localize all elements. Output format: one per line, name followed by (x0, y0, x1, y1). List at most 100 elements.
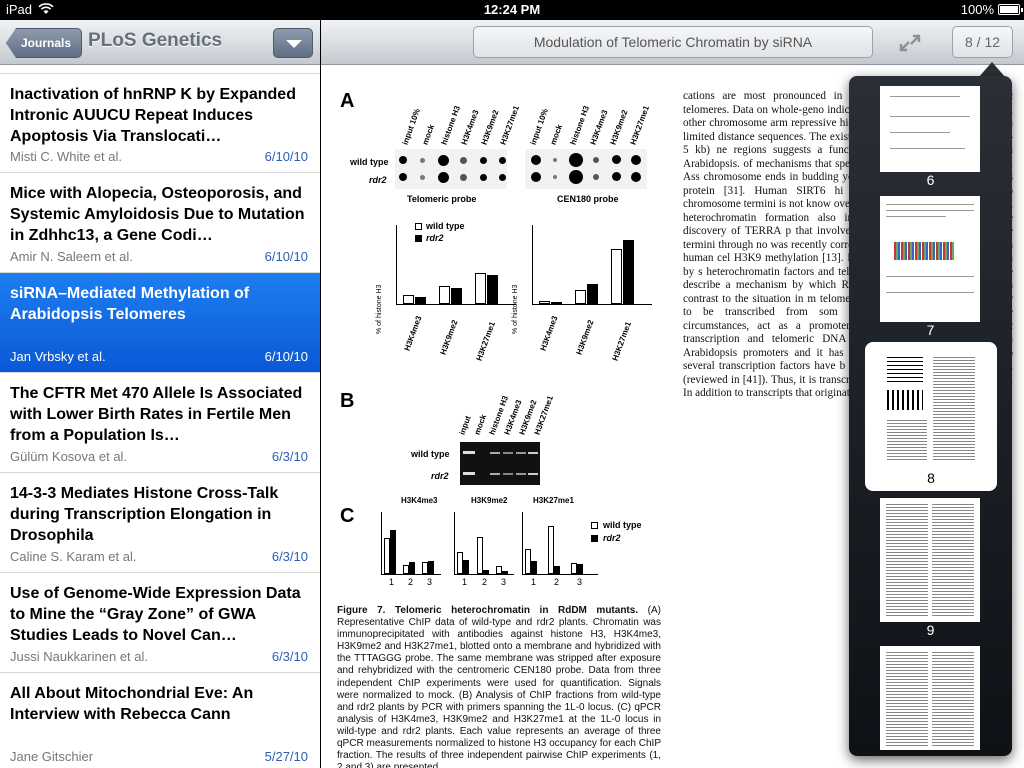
page-thumbnail-number: 9 (926, 622, 935, 638)
figure-panel-a-label: A (340, 90, 355, 112)
article-date: 6/3/10 (271, 649, 308, 664)
article-author: Jane Gitschier (10, 749, 94, 764)
article-date: 6/10/10 (264, 249, 308, 264)
article-list: Inactivation of hnRNP K by Expanded Intr… (0, 65, 320, 768)
x-tick-label: H3K4me3 (402, 314, 424, 352)
x-tick-label: H3K4me3 (538, 314, 560, 352)
row-label-wild-type: wild type (350, 157, 389, 167)
article-author: Jussi Naukkarinen et al. (10, 649, 149, 664)
page-thumbnail-image (881, 350, 981, 466)
legend-rdr2-swatch (415, 235, 422, 242)
column-label: histone H3 (568, 104, 591, 146)
column-label: H3K9me2 (479, 108, 501, 146)
column-label: input (457, 414, 473, 436)
figure-panel-b-label: B (340, 390, 355, 412)
reader-navigation-bar: Modulation of Telomeric Chromatin by siR… (321, 20, 1024, 65)
fullscreen-icon[interactable] (896, 31, 924, 55)
x-tick-label: 1 (531, 577, 537, 587)
chart-title: H3K27me1 (533, 496, 574, 505)
article-list-item-selected[interactable]: siRNA–Mediated Methylation of Arabidopsi… (0, 273, 320, 373)
article-title: 14-3-3 Mediates Histone Cross-Talk durin… (10, 485, 279, 544)
page-thumbnail[interactable] (880, 86, 980, 172)
page-thumbnail-selected[interactable]: 8 (865, 342, 997, 491)
article-title: The CFTR Met 470 Allele Is Associated wi… (10, 385, 303, 444)
column-label: mock (548, 123, 565, 146)
document-title[interactable]: Modulation of Telomeric Chromatin by siR… (473, 26, 873, 58)
caption-text: (A) Representative ChIP data of wild-typ… (337, 605, 662, 768)
dropdown-button[interactable] (273, 28, 313, 58)
caption-title: Figure 7. Telomeric heterochromatin in R… (337, 605, 639, 616)
x-tick-label: 1 (389, 577, 395, 587)
column-label: H3K9me2 (608, 108, 630, 146)
column-label: mock (420, 123, 437, 146)
x-tick-label: 1 (462, 577, 468, 587)
y-axis-label: % of histone H3 (512, 284, 519, 334)
journal-title: PLoS Genetics (88, 30, 223, 51)
row-label-rdr2: rdr2 (369, 175, 387, 185)
y-axis-label: % of histone H3 (376, 284, 383, 334)
article-date: 6/10/10 (264, 149, 308, 164)
column-label: H3K27me1 (498, 104, 521, 146)
legend-wild-type-swatch (591, 522, 598, 529)
article-list-item[interactable]: The CFTR Met 470 Allele Is Associated wi… (0, 373, 320, 473)
pcr-gel-image (460, 442, 540, 485)
battery-icon (998, 4, 1023, 15)
x-tick-label: 3 (577, 577, 583, 587)
article-list-item[interactable]: Use of Genome-Wide Expression Data to Mi… (0, 573, 320, 673)
figure-caption: Figure 7. Telomeric heterochromatin in R… (337, 605, 661, 768)
left-navigation-bar: Journals PLoS Genetics (0, 20, 320, 65)
probe-label-telomeric: Telomeric probe (407, 194, 477, 204)
x-tick-label: H3K9me2 (574, 318, 596, 356)
legend-rdr2: rdr2 (426, 233, 444, 243)
page-counter-button[interactable]: 8 / 12 (952, 26, 1013, 58)
chart-title: H3K4me3 (401, 496, 438, 505)
x-tick-label: H3K27me1 (474, 320, 497, 362)
article-author: Caline S. Karam et al. (10, 549, 137, 564)
article-list-item[interactable]: Mice with Alopecia, Osteoporosis, and Sy… (0, 173, 320, 273)
figure-panel-c-label: C (340, 505, 355, 527)
legend-wild-type: wild type (603, 520, 642, 530)
clock: 12:24 PM (483, 2, 541, 17)
column-label: histone H3 (439, 104, 462, 146)
x-tick-label: 2 (408, 577, 414, 587)
column-label: H3K4me3 (459, 108, 481, 146)
article-date: 6/10/10 (264, 349, 308, 364)
column-label: H3K27me1 (628, 104, 651, 146)
article-title: Mice with Alopecia, Osteoporosis, and Sy… (10, 185, 305, 244)
article-title: All About Mitochondrial Eve: An Intervie… (10, 685, 254, 723)
page-thumbnail-number: 6 (926, 172, 935, 188)
journals-back-button[interactable]: Journals (6, 28, 83, 58)
status-bar: iPad 12:24 PM 100% (0, 0, 1024, 20)
article-author: Misti C. White et al. (10, 149, 122, 164)
page-thumbnail-number: 8 (927, 470, 935, 486)
page-thumbnail-popover: 6 7 8 9 (849, 76, 1012, 756)
article-title: siRNA–Mediated Methylation of Arabidopsi… (10, 285, 250, 323)
article-date: 6/3/10 (271, 449, 308, 464)
article-author: Jan Vrbsky et al. (10, 349, 106, 364)
article-title: Inactivation of hnRNP K by Expanded Intr… (10, 86, 296, 145)
battery-percentage: 100% (960, 2, 994, 17)
column-label: H3K4me3 (588, 108, 610, 146)
dot-blot-cen180 (525, 149, 647, 189)
row-label-wild-type: wild type (411, 449, 450, 459)
page-thumbnail-number: 7 (926, 322, 935, 338)
column-label: input 10% (528, 107, 550, 146)
article-author: Amir N. Saleem et al. (10, 249, 133, 264)
page-thumbnail[interactable] (880, 498, 980, 622)
article-author: Gülüm Kosova et al. (10, 449, 128, 464)
legend-rdr2-swatch (591, 535, 598, 542)
article-list-item[interactable]: All About Mitochondrial Eve: An Intervie… (0, 673, 320, 768)
row-label-rdr2: rdr2 (431, 471, 449, 481)
page-thumbnail[interactable] (880, 196, 980, 322)
article-list-item[interactable]: 14-3-3 Mediates Histone Cross-Talk durin… (0, 473, 320, 573)
legend-wild-type: wild type (426, 221, 465, 231)
article-title: Use of Genome-Wide Expression Data to Mi… (10, 585, 301, 644)
x-tick-label: H3K27me1 (610, 320, 633, 362)
x-tick-label: 3 (501, 577, 507, 587)
legend-wild-type-swatch (415, 223, 422, 230)
article-list-item[interactable]: Inactivation of hnRNP K by Expanded Intr… (0, 73, 320, 173)
article-list-pane: Journals PLoS Genetics Inactivation of h… (0, 20, 320, 768)
page-thumbnail[interactable] (880, 646, 980, 750)
legend-rdr2: rdr2 (603, 533, 621, 543)
column-label: mock (472, 413, 489, 436)
